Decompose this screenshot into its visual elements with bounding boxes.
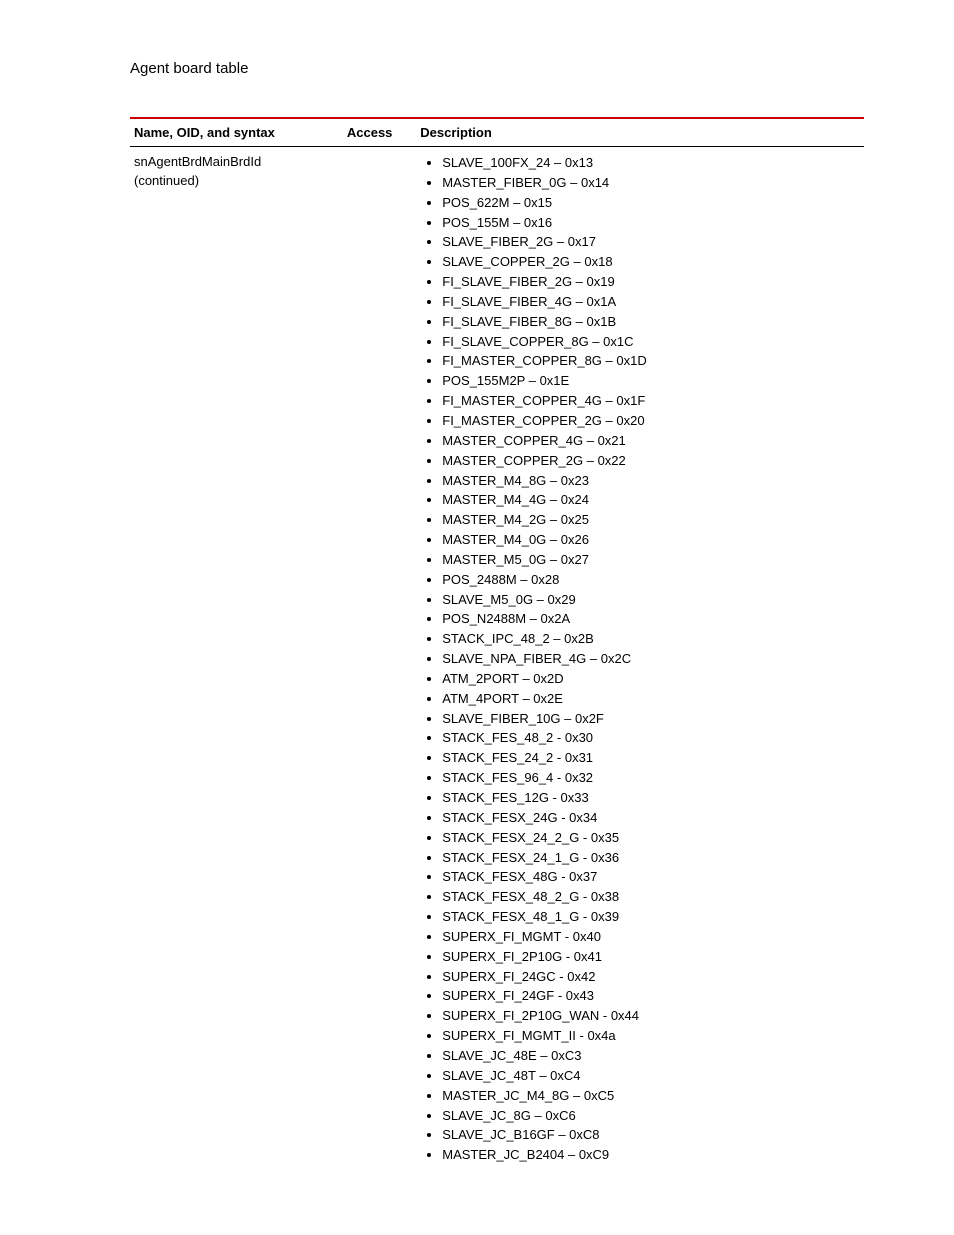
list-item: SUPERX_FI_2P10G_WAN - 0x44 [442,1007,860,1026]
list-item: SLAVE_FIBER_10G – 0x2F [442,710,860,729]
list-item: SLAVE_FIBER_2G – 0x17 [442,233,860,252]
list-item: SUPERX_FI_2P10G - 0x41 [442,948,860,967]
object-name-continued: (continued) [134,172,339,191]
list-item: SLAVE_NPA_FIBER_4G – 0x2C [442,650,860,669]
agent-board-table: Name, OID, and syntax Access Description… [130,117,864,1172]
col-header-description: Description [416,118,864,147]
list-item: STACK_FESX_48_1_G - 0x39 [442,908,860,927]
list-item: MASTER_FIBER_0G – 0x14 [442,174,860,193]
list-item: FI_SLAVE_COPPER_8G – 0x1C [442,333,860,352]
value-list: SLAVE_100FX_24 – 0x13MASTER_FIBER_0G – 0… [420,154,860,1165]
document-page: Agent board table Name, OID, and syntax … [0,0,954,1232]
list-item: STACK_FES_48_2 - 0x30 [442,729,860,748]
list-item: SLAVE_JC_48T – 0xC4 [442,1067,860,1086]
list-item: SLAVE_JC_8G – 0xC6 [442,1107,860,1126]
table-row: snAgentBrdMainBrdId (continued) SLAVE_10… [130,147,864,1173]
list-item: FI_MASTER_COPPER_2G – 0x20 [442,412,860,431]
list-item: SUPERX_FI_MGMT - 0x40 [442,928,860,947]
list-item: STACK_FES_24_2 - 0x31 [442,749,860,768]
list-item: STACK_FES_12G - 0x33 [442,789,860,808]
list-item: SUPERX_FI_MGMT_II - 0x4a [442,1027,860,1046]
list-item: MASTER_COPPER_2G – 0x22 [442,452,860,471]
list-item: SLAVE_JC_48E – 0xC3 [442,1047,860,1066]
list-item: MASTER_COPPER_4G – 0x21 [442,432,860,451]
list-item: STACK_FESX_48G - 0x37 [442,868,860,887]
list-item: STACK_FESX_24_2_G - 0x35 [442,829,860,848]
list-item: MASTER_JC_M4_8G – 0xC5 [442,1087,860,1106]
list-item: SLAVE_COPPER_2G – 0x18 [442,253,860,272]
list-item: FI_SLAVE_FIBER_2G – 0x19 [442,273,860,292]
list-item: POS_155M – 0x16 [442,214,860,233]
list-item: ATM_2PORT – 0x2D [442,670,860,689]
cell-description: SLAVE_100FX_24 – 0x13MASTER_FIBER_0G – 0… [416,147,864,1173]
list-item: MASTER_M4_4G – 0x24 [442,491,860,510]
list-item: POS_N2488M – 0x2A [442,610,860,629]
col-header-access: Access [343,118,416,147]
object-name: snAgentBrdMainBrdId [134,153,339,172]
cell-access [343,147,416,1173]
list-item: SUPERX_FI_24GF - 0x43 [442,987,860,1006]
list-item: MASTER_M4_8G – 0x23 [442,472,860,491]
list-item: FI_MASTER_COPPER_8G – 0x1D [442,352,860,371]
list-item: SLAVE_M5_0G – 0x29 [442,591,860,610]
list-item: STACK_FESX_24_1_G - 0x36 [442,849,860,868]
list-item: SUPERX_FI_24GC - 0x42 [442,968,860,987]
list-item: POS_622M – 0x15 [442,194,860,213]
list-item: FI_SLAVE_FIBER_8G – 0x1B [442,313,860,332]
running-head: Agent board table [130,60,864,77]
cell-name: snAgentBrdMainBrdId (continued) [130,147,343,1173]
list-item: STACK_FESX_24G - 0x34 [442,809,860,828]
list-item: POS_2488M – 0x28 [442,571,860,590]
col-header-name: Name, OID, and syntax [130,118,343,147]
list-item: STACK_FES_96_4 - 0x32 [442,769,860,788]
list-item: SLAVE_100FX_24 – 0x13 [442,154,860,173]
list-item: ATM_4PORT – 0x2E [442,690,860,709]
list-item: STACK_FESX_48_2_G - 0x38 [442,888,860,907]
list-item: SLAVE_JC_B16GF – 0xC8 [442,1126,860,1145]
list-item: MASTER_M5_0G – 0x27 [442,551,860,570]
list-item: MASTER_M4_2G – 0x25 [442,511,860,530]
list-item: FI_MASTER_COPPER_4G – 0x1F [442,392,860,411]
list-item: FI_SLAVE_FIBER_4G – 0x1A [442,293,860,312]
list-item: POS_155M2P – 0x1E [442,372,860,391]
list-item: STACK_IPC_48_2 – 0x2B [442,630,860,649]
list-item: MASTER_JC_B2404 – 0xC9 [442,1146,860,1165]
table-header-row: Name, OID, and syntax Access Description [130,118,864,147]
list-item: MASTER_M4_0G – 0x26 [442,531,860,550]
